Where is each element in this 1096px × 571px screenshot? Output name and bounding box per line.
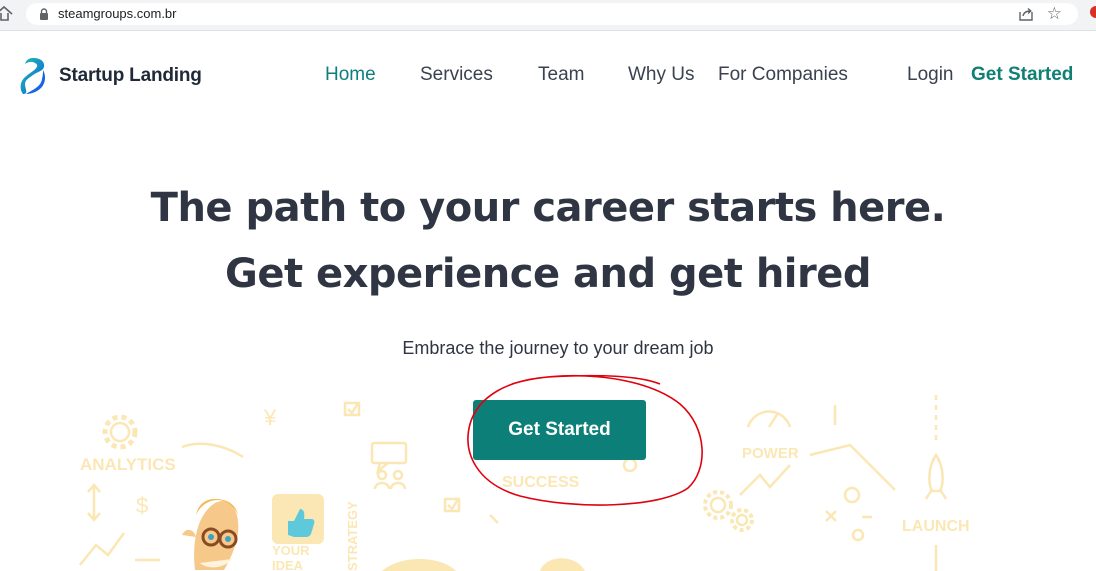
nav-why-us[interactable]: Why Us <box>628 64 695 86</box>
gears-icon <box>703 490 754 532</box>
nav-team[interactable]: Team <box>538 64 584 86</box>
illustration-word-launch: LAUNCH <box>902 518 970 535</box>
people-icon <box>376 469 388 481</box>
illustration-word-success: SUCCESS <box>502 474 580 491</box>
nav-home[interactable]: Home <box>325 64 376 86</box>
illustration-word-analytics: ANALYTICS <box>80 455 176 474</box>
get-started-button[interactable]: Get Started <box>473 400 646 460</box>
trend-line-icon <box>79 532 126 566</box>
logo-text: Startup Landing <box>59 65 202 86</box>
rocket-icon <box>928 452 944 493</box>
hero-subtitle: Embrace the journey to your dream job <box>402 338 714 358</box>
home-icon[interactable] <box>0 5 14 23</box>
gear-icon <box>102 414 138 450</box>
illustration-word-power: POWER <box>742 445 799 462</box>
curved-arrow-icon <box>181 442 244 459</box>
nav-login[interactable]: Login <box>907 64 954 86</box>
extension-icon[interactable] <box>1090 6 1096 18</box>
browser-toolbar: steamgroups.com.br ☆ <box>0 0 1096 31</box>
nav-services[interactable]: Services <box>420 64 493 86</box>
star-icon[interactable]: ☆ <box>1047 4 1062 24</box>
share-icon[interactable] <box>1018 6 1034 22</box>
vertical-arrow-icon <box>87 483 101 522</box>
illustration-word-your: YOUR <box>272 543 310 558</box>
logo[interactable]: Startup Landing <box>19 57 202 95</box>
hero-headline-line2: Get experience and get hired <box>224 251 872 297</box>
dollar-icon: $ <box>136 493 148 518</box>
line-chart-icon <box>809 443 896 491</box>
logo-mark-icon <box>20 58 46 94</box>
nav-for-companies[interactable]: For Companies <box>718 64 848 86</box>
address-bar[interactable]: steamgroups.com.br ☆ <box>26 3 1078 25</box>
nav-get-started-link[interactable]: Get Started <box>971 64 1073 86</box>
chat-bubble-icon <box>370 441 408 465</box>
x-icon <box>825 510 837 522</box>
character-illustration <box>182 499 239 570</box>
illustration-word-idea: IDEA <box>272 558 304 571</box>
address-url[interactable]: steamgroups.com.br <box>58 6 177 21</box>
lock-icon <box>40 8 48 20</box>
gauge-icon <box>746 410 792 428</box>
illustration-word-strategy: STRATEGY <box>345 501 360 571</box>
yen-icon: ¥ <box>263 405 277 430</box>
hero-headline-line1: The path to your career starts here. <box>150 185 946 231</box>
